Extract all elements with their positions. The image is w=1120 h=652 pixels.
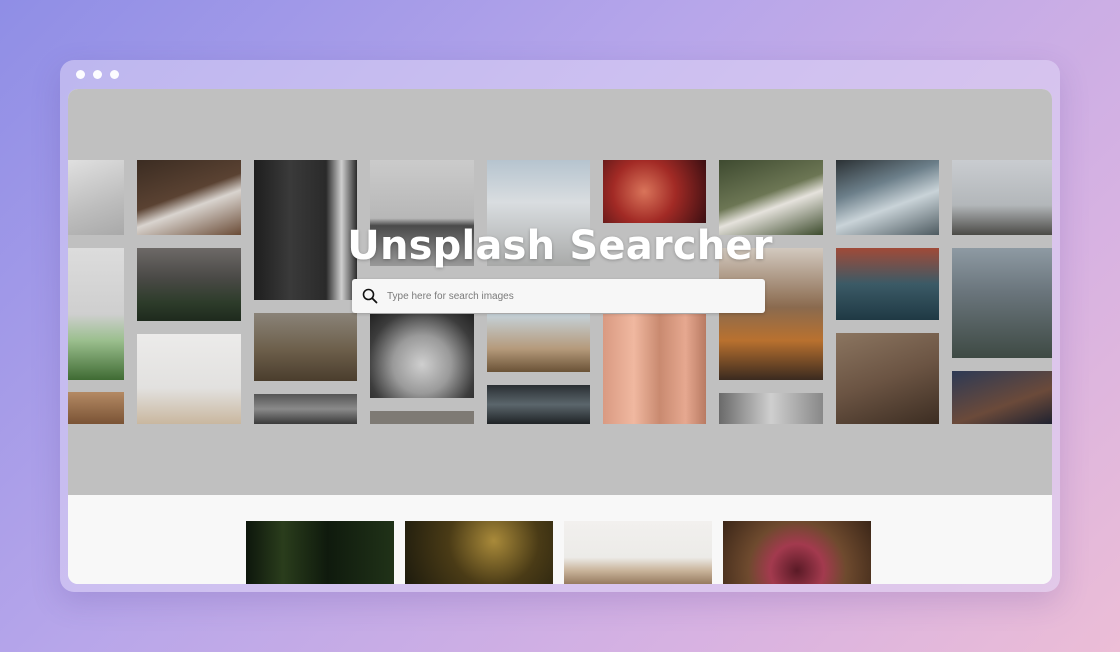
result-card-forest[interactable] [405, 521, 553, 584]
tile-gray[interactable] [370, 411, 474, 424]
search-icon [355, 279, 385, 313]
minimize-dot-icon[interactable] [93, 70, 102, 79]
hero-section: Unsplash Searcher [68, 89, 1052, 495]
tile-canyon[interactable] [836, 333, 939, 424]
tile-mist[interactable] [719, 393, 823, 424]
page-title: Unsplash Searcher [347, 223, 773, 269]
window-controls [76, 70, 119, 79]
result-card-tart[interactable] [723, 521, 871, 584]
close-dot-icon[interactable] [76, 70, 85, 79]
tile-fabric[interactable] [603, 314, 706, 424]
browser-window: Unsplash Searcher [60, 60, 1060, 592]
tile-window[interactable] [487, 385, 590, 424]
search-input[interactable] [385, 280, 765, 312]
results-grid [68, 495, 1052, 584]
search-bar[interactable] [352, 279, 765, 313]
tile-dunes[interactable] [952, 371, 1052, 424]
tile-floor[interactable] [68, 392, 124, 424]
tile-interior[interactable] [137, 334, 241, 424]
maximize-dot-icon[interactable] [110, 70, 119, 79]
page-viewport: Unsplash Searcher [68, 89, 1052, 584]
tile-umbrella[interactable] [370, 314, 474, 398]
tile-field[interactable] [254, 313, 357, 381]
result-card-sign[interactable] [564, 521, 712, 584]
tile-ice[interactable] [254, 394, 357, 424]
tile-palms[interactable] [487, 314, 590, 372]
tile-portrait-red[interactable] [603, 160, 706, 223]
result-card-cactus[interactable] [246, 521, 394, 584]
